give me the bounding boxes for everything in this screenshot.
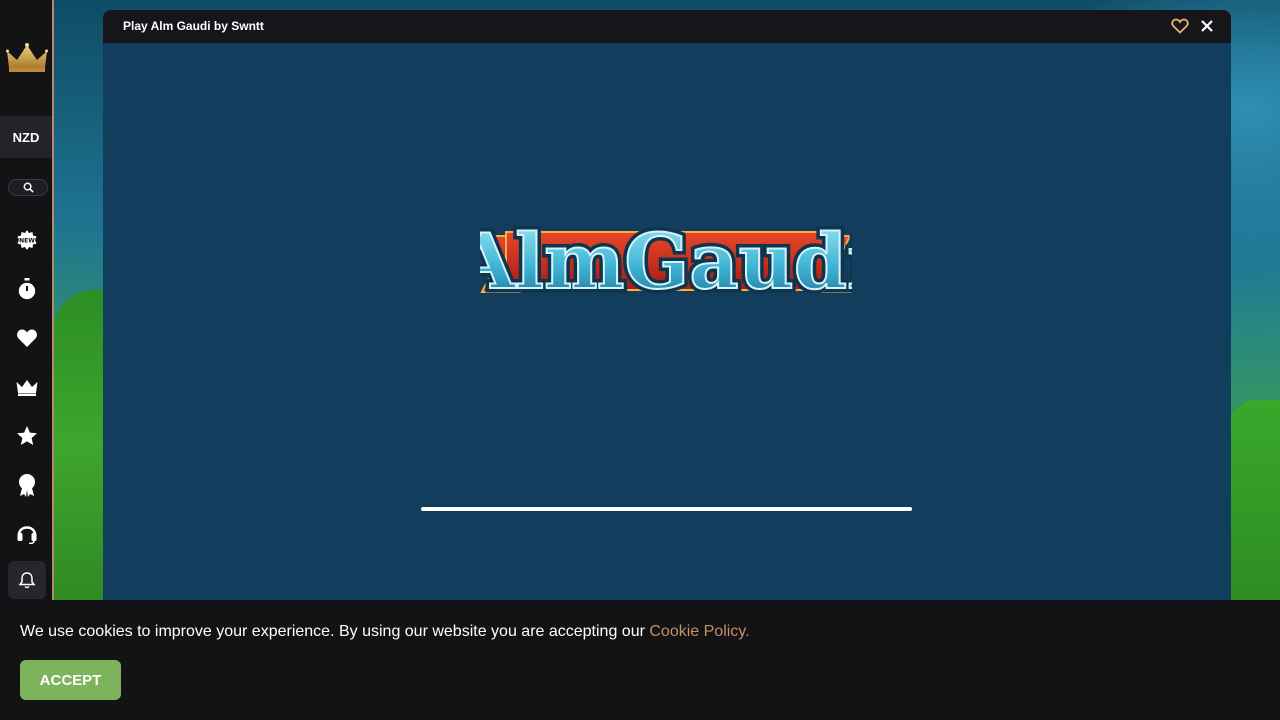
game-window: Play Alm Gaudi by Swntt AlmGaud AlmGaud	[103, 10, 1231, 600]
notifications-button[interactable]	[8, 561, 46, 599]
stopwatch-icon	[18, 278, 36, 300]
close-icon[interactable]	[1200, 19, 1214, 33]
background-hill-right	[1228, 400, 1280, 600]
search-button[interactable]	[8, 179, 48, 196]
star-icon	[17, 426, 37, 445]
favorites-button[interactable]	[14, 325, 40, 351]
rewards-button[interactable]	[14, 472, 40, 498]
new-badge-icon: NEW	[17, 230, 37, 250]
loading-progress-bar	[421, 507, 912, 511]
loading-progress-fill	[421, 507, 912, 511]
bell-icon	[18, 572, 36, 589]
award-icon	[19, 474, 35, 497]
popular-button[interactable]	[14, 423, 40, 449]
support-button[interactable]	[14, 520, 40, 546]
search-icon	[23, 182, 34, 193]
heart-outline-icon[interactable]	[1171, 18, 1189, 34]
game-logo-text-outline: AlmGaudi	[480, 217, 852, 300]
cookie-message: We use cookies to improve your experienc…	[20, 623, 750, 641]
cookie-policy-link[interactable]: Cookie Policy.	[649, 623, 749, 640]
svg-text:NEW: NEW	[19, 238, 35, 245]
accept-cookies-button[interactable]: ACCEPT	[20, 660, 121, 700]
recent-games-button[interactable]	[14, 276, 40, 302]
game-header: Play Alm Gaudi by Swntt	[103, 10, 1231, 43]
cookie-message-text: We use cookies to improve your experienc…	[20, 623, 650, 640]
vip-button[interactable]	[14, 374, 40, 400]
sidebar: NZD NEW	[0, 0, 54, 600]
crown-icon	[16, 380, 38, 396]
crown-logo-icon[interactable]	[6, 42, 48, 74]
currency-selector[interactable]: NZD	[0, 116, 52, 158]
game-title: Play Alm Gaudi by Swntt	[123, 19, 264, 33]
cookie-consent-bar: We use cookies to improve your experienc…	[0, 600, 1280, 720]
heart-icon	[17, 329, 37, 347]
new-games-button[interactable]: NEW	[14, 227, 40, 253]
game-logo: AlmGaudi AlmGaudi	[451, 196, 881, 311]
headset-icon	[17, 526, 37, 544]
